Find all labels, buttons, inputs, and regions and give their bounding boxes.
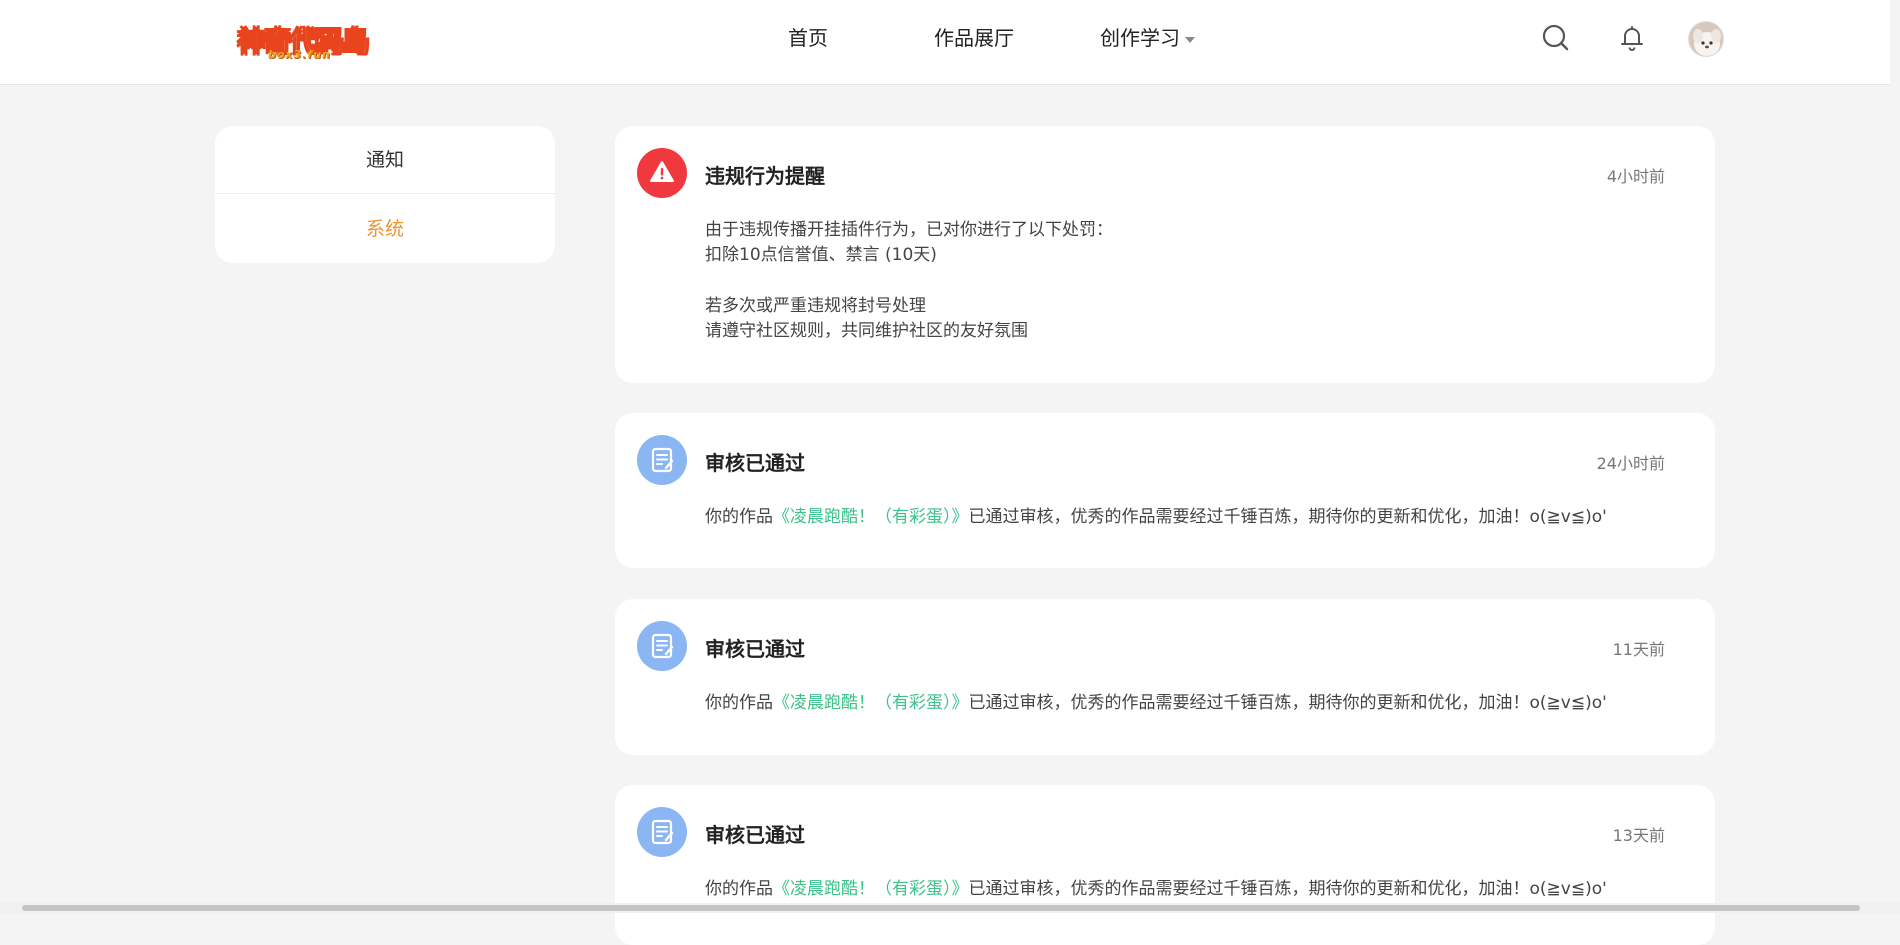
body-line: 若多次或严重违规将封号处理 [705, 296, 926, 316]
document-icon [637, 621, 687, 671]
body-line: 请遵守社区规则，共同维护社区的友好氛围 [705, 321, 1028, 341]
body-suffix: 已通过审核，优秀的作品需要经过千锤百炼，期待你的更新和优化，加油！o(≧v≦)o… [968, 507, 1607, 527]
nav-gallery[interactable]: 作品展厅 [934, 22, 1014, 52]
search-icon[interactable] [1540, 22, 1572, 54]
notification-title: 违规行为提醒 [705, 164, 825, 188]
notification-card: 违规行为提醒 4小时前 由于违规传播开挂插件行为，已对你进行了以下处罚： 扣除1… [615, 126, 1715, 383]
body-prefix: 你的作品 [705, 879, 773, 899]
site-logo[interactable]: 神奇代码岛 box3.fun [238, 18, 370, 62]
work-link[interactable]: 《凌晨跑酷！（有彩蛋）》 [773, 879, 969, 899]
notification-title: 审核已通过 [705, 451, 805, 475]
notification-body: 你的作品《凌晨跑酷！（有彩蛋）》已通过审核，优秀的作品需要经过千锤百炼，期待你的… [705, 877, 1607, 902]
body-prefix: 你的作品 [705, 507, 773, 527]
vertical-scrollbar[interactable] [1890, 0, 1900, 903]
notification-time: 11天前 [1612, 640, 1665, 659]
top-header: 神奇代码岛 box3.fun 首页 作品展厅 创作学习 [0, 0, 1900, 85]
body-suffix: 已通过审核，优秀的作品需要经过千锤百炼，期待你的更新和优化，加油！o(≧v≦)o… [968, 879, 1607, 899]
notification-title: 审核已通过 [705, 637, 805, 661]
logo-subtext: box3.fun [268, 48, 331, 61]
caret-down-icon [1185, 36, 1195, 43]
body-line: 扣除10点信誉值、禁言 (10天) [705, 245, 937, 265]
work-link[interactable]: 《凌晨跑酷！（有彩蛋）》 [773, 693, 969, 713]
avatar-image [1689, 22, 1723, 56]
notification-body: 你的作品《凌晨跑酷！（有彩蛋）》已通过审核，优秀的作品需要经过千锤百炼，期待你的… [705, 505, 1607, 530]
document-icon [637, 807, 687, 857]
warning-icon [637, 148, 687, 198]
notification-card: 审核已通过 13天前 你的作品《凌晨跑酷！（有彩蛋）》已通过审核，优秀的作品需要… [615, 785, 1715, 945]
nav-home[interactable]: 首页 [788, 22, 828, 52]
nav-learn-label: 创作学习 [1100, 26, 1180, 50]
nav-learn[interactable]: 创作学习 [1100, 22, 1195, 52]
bell-icon[interactable] [1616, 22, 1648, 54]
notification-time: 24小时前 [1596, 454, 1665, 473]
notification-sidebar: 通知 系统 [215, 126, 555, 263]
horizontal-scrollbar-thumb[interactable] [22, 905, 1860, 911]
work-link[interactable]: 《凌晨跑酷！（有彩蛋）》 [773, 507, 969, 527]
body-prefix: 你的作品 [705, 693, 773, 713]
notification-body: 由于违规传播开挂插件行为，已对你进行了以下处罚： 扣除10点信誉值、禁言 (10… [705, 218, 1113, 344]
notification-body: 你的作品《凌晨跑酷！（有彩蛋）》已通过审核，优秀的作品需要经过千锤百炼，期待你的… [705, 691, 1607, 716]
notification-title: 审核已通过 [705, 823, 805, 847]
document-icon [637, 435, 687, 485]
notification-card: 审核已通过 24小时前 你的作品《凌晨跑酷！（有彩蛋）》已通过审核，优秀的作品需… [615, 413, 1715, 568]
body-line: 由于违规传播开挂插件行为，已对你进行了以下处罚： [705, 220, 1113, 240]
body-suffix: 已通过审核，优秀的作品需要经过千锤百炼，期待你的更新和优化，加油！o(≧v≦)o… [968, 693, 1607, 713]
sidebar-item-notice[interactable]: 通知 [215, 126, 555, 194]
body-spacer [705, 268, 1113, 294]
notification-card: 审核已通过 11天前 你的作品《凌晨跑酷！（有彩蛋）》已通过审核，优秀的作品需要… [615, 599, 1715, 755]
avatar[interactable] [1688, 21, 1724, 57]
sidebar-item-system[interactable]: 系统 [215, 195, 555, 263]
notification-time: 13天前 [1612, 826, 1665, 845]
notification-time: 4小时前 [1606, 167, 1665, 186]
